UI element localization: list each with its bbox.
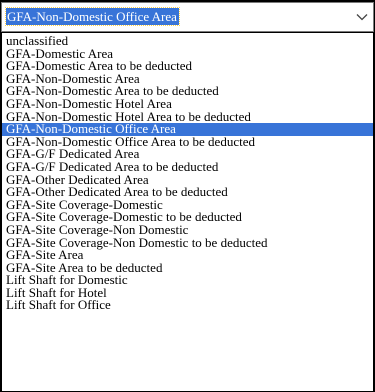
chevron-down-icon <box>356 14 368 21</box>
dropdown-button[interactable] <box>351 3 373 31</box>
options-listbox[interactable]: unclassified GFA-Domestic Area GFA-Domesti… <box>1 32 374 392</box>
category-select[interactable]: GFA-Non-Domestic Office Area <box>1 2 374 32</box>
option-item[interactable]: Lift Shaft for Office <box>2 299 373 312</box>
selected-value: GFA-Non-Domestic Office Area <box>5 7 180 26</box>
